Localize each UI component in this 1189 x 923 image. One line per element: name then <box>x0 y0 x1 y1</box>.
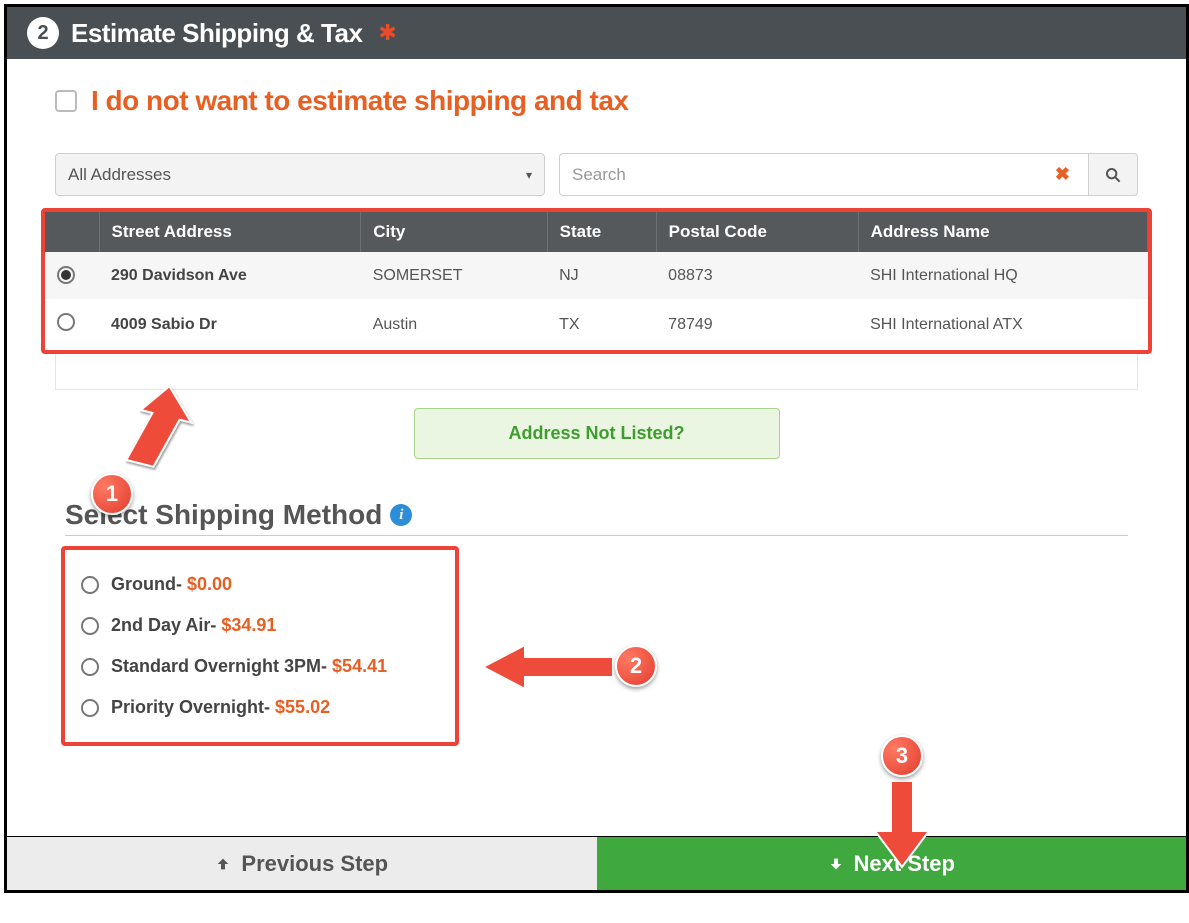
address-table-highlight: Street Address City State Postal Code Ad… <box>41 208 1152 354</box>
cell-postal: 78749 <box>656 299 858 350</box>
clear-search-icon[interactable]: ✖ <box>1049 164 1076 185</box>
address-not-listed-button[interactable]: Address Not Listed? <box>414 408 780 459</box>
col-street[interactable]: Street Address <box>99 212 361 252</box>
info-icon[interactable]: i <box>390 504 412 526</box>
shipping-radio[interactable] <box>81 658 99 676</box>
shipping-option[interactable]: Ground- $0.00 <box>81 564 439 605</box>
col-select <box>45 212 99 252</box>
chevron-down-icon: ▾ <box>526 168 532 182</box>
cell-postal: 08873 <box>656 252 858 299</box>
cell-city: Austin <box>361 299 547 350</box>
panel-header: 2 Estimate Shipping & Tax ✱ <box>7 7 1186 59</box>
address-radio[interactable] <box>57 266 75 284</box>
col-state[interactable]: State <box>547 212 656 252</box>
address-filter-select[interactable]: All Addresses ▾ <box>55 153 545 196</box>
shipping-option[interactable]: Standard Overnight 3PM- $54.41 <box>81 646 439 687</box>
search-icon <box>1105 167 1121 183</box>
skip-estimate-checkbox[interactable] <box>55 90 77 112</box>
address-table: Street Address City State Postal Code Ad… <box>45 212 1148 350</box>
col-postal[interactable]: Postal Code <box>656 212 858 252</box>
cell-state: NJ <box>547 252 656 299</box>
address-table-footer <box>55 354 1138 390</box>
arrow-up-icon <box>215 856 231 872</box>
step-panel: 2 Estimate Shipping & Tax ✱ I do not wan… <box>4 4 1189 893</box>
col-city[interactable]: City <box>361 212 547 252</box>
cell-state: TX <box>547 299 656 350</box>
shipping-option[interactable]: 2nd Day Air- $34.91 <box>81 605 439 646</box>
shipping-options-highlight: Ground- $0.00 2nd Day Air- $34.91 Standa… <box>61 546 459 746</box>
cell-name: SHI International ATX <box>858 299 1147 350</box>
address-filter-value: All Addresses <box>68 165 171 185</box>
wizard-footer: Previous Step Next Step <box>7 836 1186 890</box>
search-button[interactable] <box>1088 153 1138 196</box>
shipping-option[interactable]: Priority Overnight- $55.02 <box>81 687 439 728</box>
address-search-input[interactable] <box>572 165 1049 185</box>
shipping-radio[interactable] <box>81 576 99 594</box>
col-name[interactable]: Address Name <box>858 212 1147 252</box>
address-row[interactable]: 290 Davidson Ave SOMERSET NJ 08873 SHI I… <box>45 252 1148 299</box>
arrow-down-icon <box>828 856 844 872</box>
required-star-icon: ✱ <box>378 20 396 46</box>
cell-street: 4009 Sabio Dr <box>99 299 361 350</box>
skip-estimate-label: I do not want to estimate shipping and t… <box>91 85 628 117</box>
previous-step-button[interactable]: Previous Step <box>7 837 597 890</box>
shipping-radio[interactable] <box>81 617 99 635</box>
shipping-radio[interactable] <box>81 699 99 717</box>
cell-name: SHI International HQ <box>858 252 1147 299</box>
shipping-method-heading: Select Shipping Method i <box>65 499 1128 536</box>
next-step-button[interactable]: Next Step <box>597 837 1187 890</box>
cell-city: SOMERSET <box>361 252 547 299</box>
cell-street: 290 Davidson Ave <box>99 252 361 299</box>
address-row[interactable]: 4009 Sabio Dr Austin TX 78749 SHI Intern… <box>45 299 1148 350</box>
panel-title: Estimate Shipping & Tax <box>71 18 362 49</box>
address-radio[interactable] <box>57 313 75 331</box>
step-number-badge: 2 <box>27 17 59 49</box>
